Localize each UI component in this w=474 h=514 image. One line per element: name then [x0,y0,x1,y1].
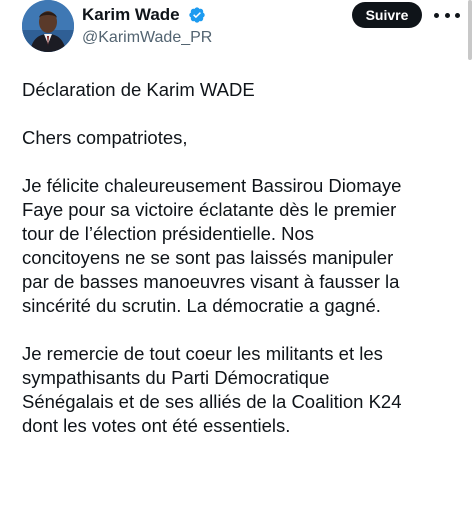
tweet-paragraph: Déclaration de Karim WADE [22,79,255,100]
author-display-name[interactable]: Karim Wade [82,5,180,25]
tweet: Karim Wade @KarimWade_PR Suivre Déclarat… [0,0,474,514]
tweet-paragraph: Chers compatriotes, [22,127,188,148]
profile-photo-icon [22,0,74,52]
dot [444,12,450,18]
dot [455,12,460,18]
avatar[interactable] [22,0,74,52]
tweet-paragraph: Je remercie de tout coeur les militants … [22,343,402,436]
verified-badge-icon [189,7,205,23]
tweet-text: Déclaration de Karim WADE Chers compatri… [22,78,462,438]
more-options-icon[interactable] [434,6,460,24]
follow-button[interactable]: Suivre [352,2,422,28]
dot [434,12,439,18]
tweet-paragraph: Je félicite chaleureusement Bassirou Dio… [22,175,402,316]
author-handle[interactable]: @KarimWade_PR [82,28,212,48]
scrollbar[interactable] [468,0,472,60]
